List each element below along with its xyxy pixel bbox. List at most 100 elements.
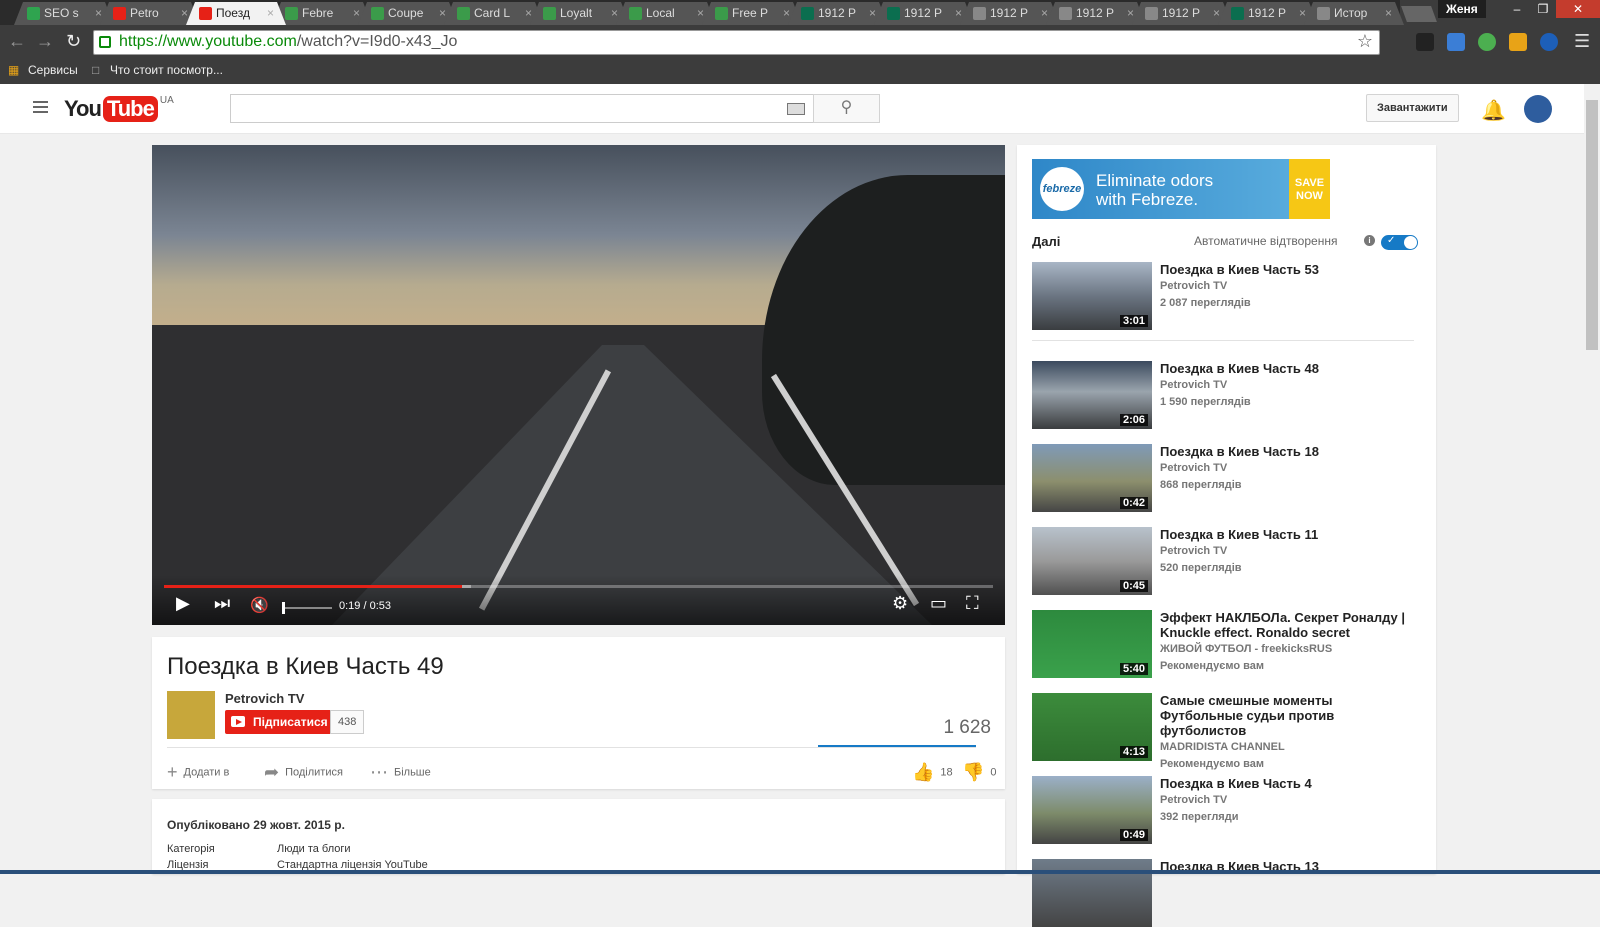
play-icon[interactable]: ▶ (176, 593, 190, 614)
autoplay-toggle[interactable]: ✓ (1381, 235, 1418, 250)
ad-cta[interactable]: SAVE NOW (1289, 159, 1330, 219)
tab-close-icon[interactable]: × (1041, 2, 1048, 24)
browser-tab[interactable]: Petro × (100, 2, 200, 25)
browser-tab[interactable]: 1912 P × (960, 2, 1060, 25)
youtube-logo[interactable]: You Tube UA (64, 95, 174, 123)
browser-tab[interactable]: Истор × (1304, 2, 1404, 25)
notification-bell-icon[interactable]: 🔔 (1481, 98, 1506, 123)
browser-tab[interactable]: SEO s × (14, 2, 114, 25)
related-video-item[interactable]: 0:42 Поездка в Киев Часть 18 Petrovich TV 8… (1032, 444, 1412, 512)
info-icon[interactable]: i (1364, 235, 1375, 246)
progress-bar[interactable] (164, 585, 993, 588)
profile-name[interactable]: Женя (1438, 0, 1486, 18)
related-video-item[interactable]: 5:40 Эффект НАКЛБОЛа. Секрет Роналду | Kn… (1032, 610, 1412, 678)
bookmark-star-icon[interactable]: ☆ (1357, 31, 1373, 52)
add-to-button[interactable]: + Додати в (167, 762, 229, 783)
subscribe-button[interactable]: Підписатися (225, 710, 338, 734)
browser-tab[interactable]: 1912 P × (1218, 2, 1318, 25)
tab-close-icon[interactable]: × (439, 2, 446, 24)
tab-close-icon[interactable]: × (1213, 2, 1220, 24)
video-thumbnail[interactable]: 3:01 (1032, 262, 1152, 330)
video-thumbnail[interactable]: 4:13 (1032, 693, 1152, 761)
volume-slider[interactable] (282, 602, 332, 614)
scrollbar-thumb[interactable] (1586, 100, 1598, 350)
video-thumbnail[interactable]: 0:49 (1032, 776, 1152, 844)
tab-close-icon[interactable]: × (697, 2, 704, 24)
related-video-title[interactable]: Поездка в Киев Часть 48 (1160, 361, 1412, 376)
browser-tab[interactable]: Local × (616, 2, 716, 25)
extension-icon[interactable] (1540, 33, 1558, 51)
reload-icon[interactable]: ↻ (66, 31, 81, 52)
related-video-item[interactable]: 0:45 Поездка в Киев Часть 11 Petrovich TV 5… (1032, 527, 1412, 595)
related-video-title[interactable]: Самые смешные моменты Футбольные судьи п… (1160, 693, 1412, 738)
tab-close-icon[interactable]: × (353, 2, 360, 24)
address-bar[interactable]: https://www.youtube.com/watch?v=I9d0-x43… (93, 30, 1380, 55)
related-video-item[interactable]: 4:13 Самые смешные моменты Футбольные суд… (1032, 693, 1412, 770)
tab-close-icon[interactable]: × (783, 2, 790, 24)
tab-close-icon[interactable]: × (955, 2, 962, 24)
video-thumbnail[interactable]: 0:45 (1032, 527, 1152, 595)
volume-knob[interactable] (282, 602, 285, 614)
category-value[interactable]: Люди та блоги (277, 843, 351, 855)
close-icon[interactable]: ✕ (1556, 0, 1600, 18)
new-tab-button[interactable] (1401, 6, 1437, 22)
browser-tab[interactable]: Поезд × (186, 2, 286, 25)
related-video-title[interactable]: Эффект НАКЛБОЛа. Секрет Роналду | Knuckl… (1160, 610, 1412, 640)
video-player[interactable]: ▶ ⏭ 🔇 0:19 / 0:53 ⚙ ▭ ⛶ (152, 145, 1005, 625)
browser-tab[interactable]: Free P × (702, 2, 802, 25)
related-video-item[interactable]: 3:01 Поездка в Киев Часть 53 Petrovich TV 2… (1032, 262, 1412, 330)
search-button[interactable]: ⚲ (813, 94, 880, 123)
channel-avatar[interactable] (167, 691, 215, 739)
keyboard-icon[interactable] (787, 103, 805, 115)
febreze-ad-banner[interactable]: febreze Eliminate odors with Febreze. SAV… (1032, 159, 1330, 219)
tab-close-icon[interactable]: × (611, 2, 618, 24)
related-video-title[interactable]: Поездка в Киев Часть 53 (1160, 262, 1412, 277)
next-icon[interactable]: ⏭ (214, 593, 230, 614)
tab-close-icon[interactable]: × (267, 2, 274, 24)
browser-tab[interactable]: 1912 P × (1046, 2, 1146, 25)
related-video-item[interactable]: 0:49 Поездка в Киев Часть 4 Petrovich TV 39… (1032, 776, 1412, 844)
browser-tab[interactable]: 1912 P × (788, 2, 888, 25)
tab-close-icon[interactable]: × (1127, 2, 1134, 24)
related-video-title[interactable]: Поездка в Киев Часть 11 (1160, 527, 1412, 542)
bookmark-item[interactable]: Что стоит посмотр... (110, 63, 223, 77)
browser-tab[interactable]: Card L × (444, 2, 544, 25)
guide-menu-icon[interactable] (33, 101, 48, 113)
page-scrollbar[interactable] (1584, 84, 1600, 874)
mute-icon[interactable]: 🔇 (250, 596, 269, 614)
upload-button[interactable]: Завантажити (1366, 94, 1459, 122)
more-button[interactable]: ⋯ Більше (370, 762, 431, 783)
tab-close-icon[interactable]: × (95, 2, 102, 24)
extension-icon[interactable] (1447, 33, 1465, 51)
video-thumbnail[interactable]: 5:40 (1032, 610, 1152, 678)
related-video-title[interactable]: Поездка в Киев Часть 18 (1160, 444, 1412, 459)
settings-gear-icon[interactable]: ⚙ (892, 593, 908, 614)
share-button[interactable]: ➦ Поділитися (264, 762, 343, 783)
back-arrow-icon[interactable]: ← (8, 31, 26, 52)
apps-grid-icon[interactable]: ▦ (8, 63, 19, 77)
forward-arrow-icon[interactable]: → (36, 31, 54, 52)
related-video-item[interactable]: 2:06 Поездка в Киев Часть 48 Petrovich TV 1… (1032, 361, 1412, 429)
video-thumbnail[interactable]: 2:06 (1032, 361, 1152, 429)
browser-tab[interactable]: Coupe × (358, 2, 458, 25)
minimize-icon[interactable]: – (1504, 0, 1530, 18)
theater-mode-icon[interactable]: ▭ (930, 593, 947, 614)
browser-tab[interactable]: 1912 P × (874, 2, 974, 25)
menu-icon[interactable]: ☰ (1574, 31, 1590, 52)
tab-close-icon[interactable]: × (1299, 2, 1306, 24)
tab-close-icon[interactable]: × (181, 2, 188, 24)
browser-tab[interactable]: Loyalt × (530, 2, 630, 25)
account-avatar[interactable] (1524, 95, 1552, 123)
extension-icon[interactable] (1478, 33, 1496, 51)
browser-tab[interactable]: Febre × (272, 2, 372, 25)
browser-tab[interactable]: 1912 P × (1132, 2, 1232, 25)
search-input[interactable] (230, 94, 814, 123)
fullscreen-icon[interactable]: ⛶ (966, 593, 979, 614)
dislike-button[interactable]: 👎 0 (962, 762, 997, 783)
channel-name[interactable]: Petrovich TV (225, 691, 304, 706)
extension-icon[interactable] (1416, 33, 1434, 51)
extension-icon[interactable] (1509, 33, 1527, 51)
video-thumbnail[interactable]: 0:42 (1032, 444, 1152, 512)
tab-close-icon[interactable]: × (1385, 2, 1392, 24)
maximize-icon[interactable]: ❐ (1530, 0, 1556, 18)
